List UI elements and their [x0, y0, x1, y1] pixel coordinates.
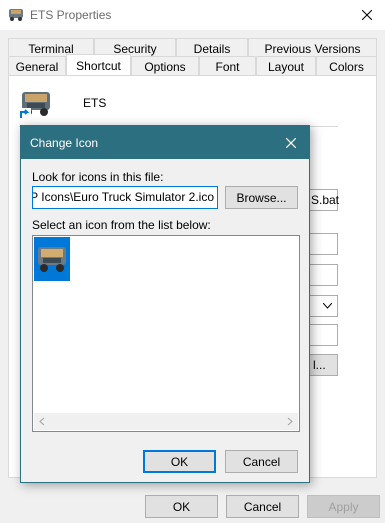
dialog-cancel-button[interactable]: Cancel	[225, 450, 298, 473]
close-icon	[286, 137, 296, 148]
select-icon-label: Select an icon from the list below:	[32, 218, 211, 232]
title-bar: ETS Properties	[0, 0, 385, 30]
chevron-down-icon	[323, 303, 332, 309]
tab-row-1: Terminal Security Details Previous Versi…	[8, 38, 377, 58]
window-close-button[interactable]	[349, 0, 385, 30]
tab-layout[interactable]: Layout	[256, 56, 316, 76]
cancel-button[interactable]: Cancel	[226, 495, 299, 518]
close-icon	[362, 10, 372, 20]
ok-button[interactable]: OK	[145, 495, 218, 518]
look-for-icons-label: Look for icons in this file:	[32, 170, 164, 184]
icon-list[interactable]	[32, 235, 300, 432]
scroll-right-icon[interactable]	[285, 417, 294, 426]
tab-previous-versions[interactable]: Previous Versions	[248, 38, 377, 58]
tab-font[interactable]: Font	[199, 56, 256, 76]
browse-button[interactable]: Browse...	[225, 186, 298, 209]
truck-app-icon	[38, 247, 66, 272]
icon-list-item-selected[interactable]	[34, 237, 70, 281]
window-title: ETS Properties	[30, 8, 112, 22]
icon-file-path-input[interactable]: /ALP Icons\Euro Truck Simulator 2.ico	[32, 186, 218, 209]
tab-options[interactable]: Options	[131, 56, 199, 76]
scroll-left-icon[interactable]	[38, 417, 47, 426]
dialog-close-button[interactable]	[273, 126, 309, 159]
tab-details[interactable]: Details	[176, 38, 248, 58]
tab-shortcut[interactable]: Shortcut	[66, 54, 131, 76]
change-icon-dialog: Change Icon Look for icons in this file:…	[20, 125, 310, 483]
apply-button[interactable]: Apply	[307, 495, 380, 518]
dialog-title-bar: Change Icon	[21, 126, 309, 159]
horizontal-scrollbar[interactable]	[34, 413, 298, 430]
tab-row-2: General Shortcut Options Font Layout Col…	[8, 54, 377, 76]
dialog-title: Change Icon	[30, 136, 99, 150]
truck-app-icon	[9, 9, 23, 21]
target-field-text: S.bat	[311, 193, 340, 207]
truck-app-icon	[19, 92, 50, 120]
tab-colors[interactable]: Colors	[316, 56, 377, 76]
change-icon-button-text: l...	[313, 358, 326, 372]
icon-file-path-text: /ALP Icons\Euro Truck Simulator 2.ico	[32, 190, 214, 204]
tab-general[interactable]: General	[8, 56, 66, 76]
dialog-ok-button[interactable]: OK	[143, 450, 216, 473]
shortcut-app-name: ETS	[83, 96, 107, 110]
